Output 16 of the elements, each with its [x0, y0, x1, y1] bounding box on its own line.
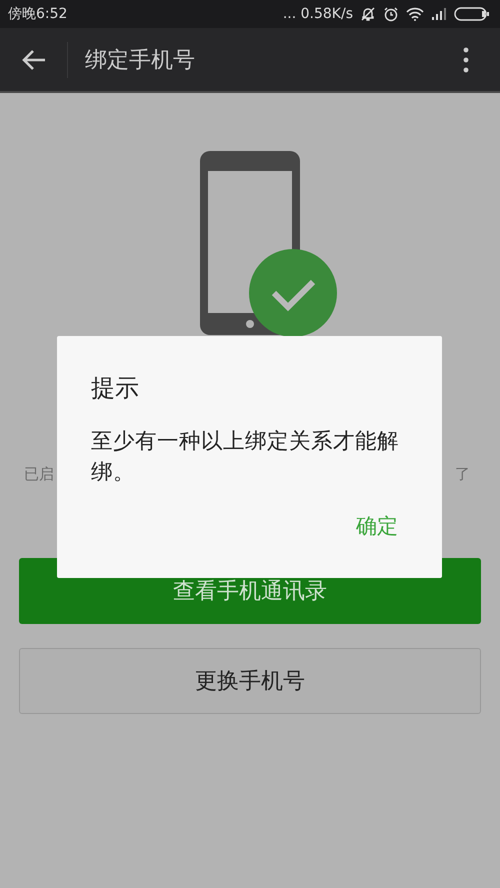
hint-text: 已启: [24, 465, 54, 484]
bell-off-icon: [360, 6, 376, 22]
dialog-title: 提示: [91, 373, 140, 404]
battery-icon: [454, 7, 490, 21]
confirm-button[interactable]: 确定: [356, 508, 398, 544]
alarm-icon: [383, 6, 399, 22]
dialog-message: 至少有一种以上绑定关系才能解绑。: [91, 428, 400, 487]
signal-icon: [431, 8, 447, 20]
status-time: 傍晚6:52: [8, 5, 68, 23]
wifi-icon: [406, 7, 424, 21]
change-number-button[interactable]: 更换手机号: [19, 648, 481, 714]
page-title: 绑定手机号: [85, 46, 196, 74]
back-button[interactable]: [21, 48, 47, 70]
more-menu-button[interactable]: [463, 46, 469, 72]
hint-text: 了: [455, 465, 470, 484]
network-speed: ... 0.58K/s: [282, 6, 353, 22]
